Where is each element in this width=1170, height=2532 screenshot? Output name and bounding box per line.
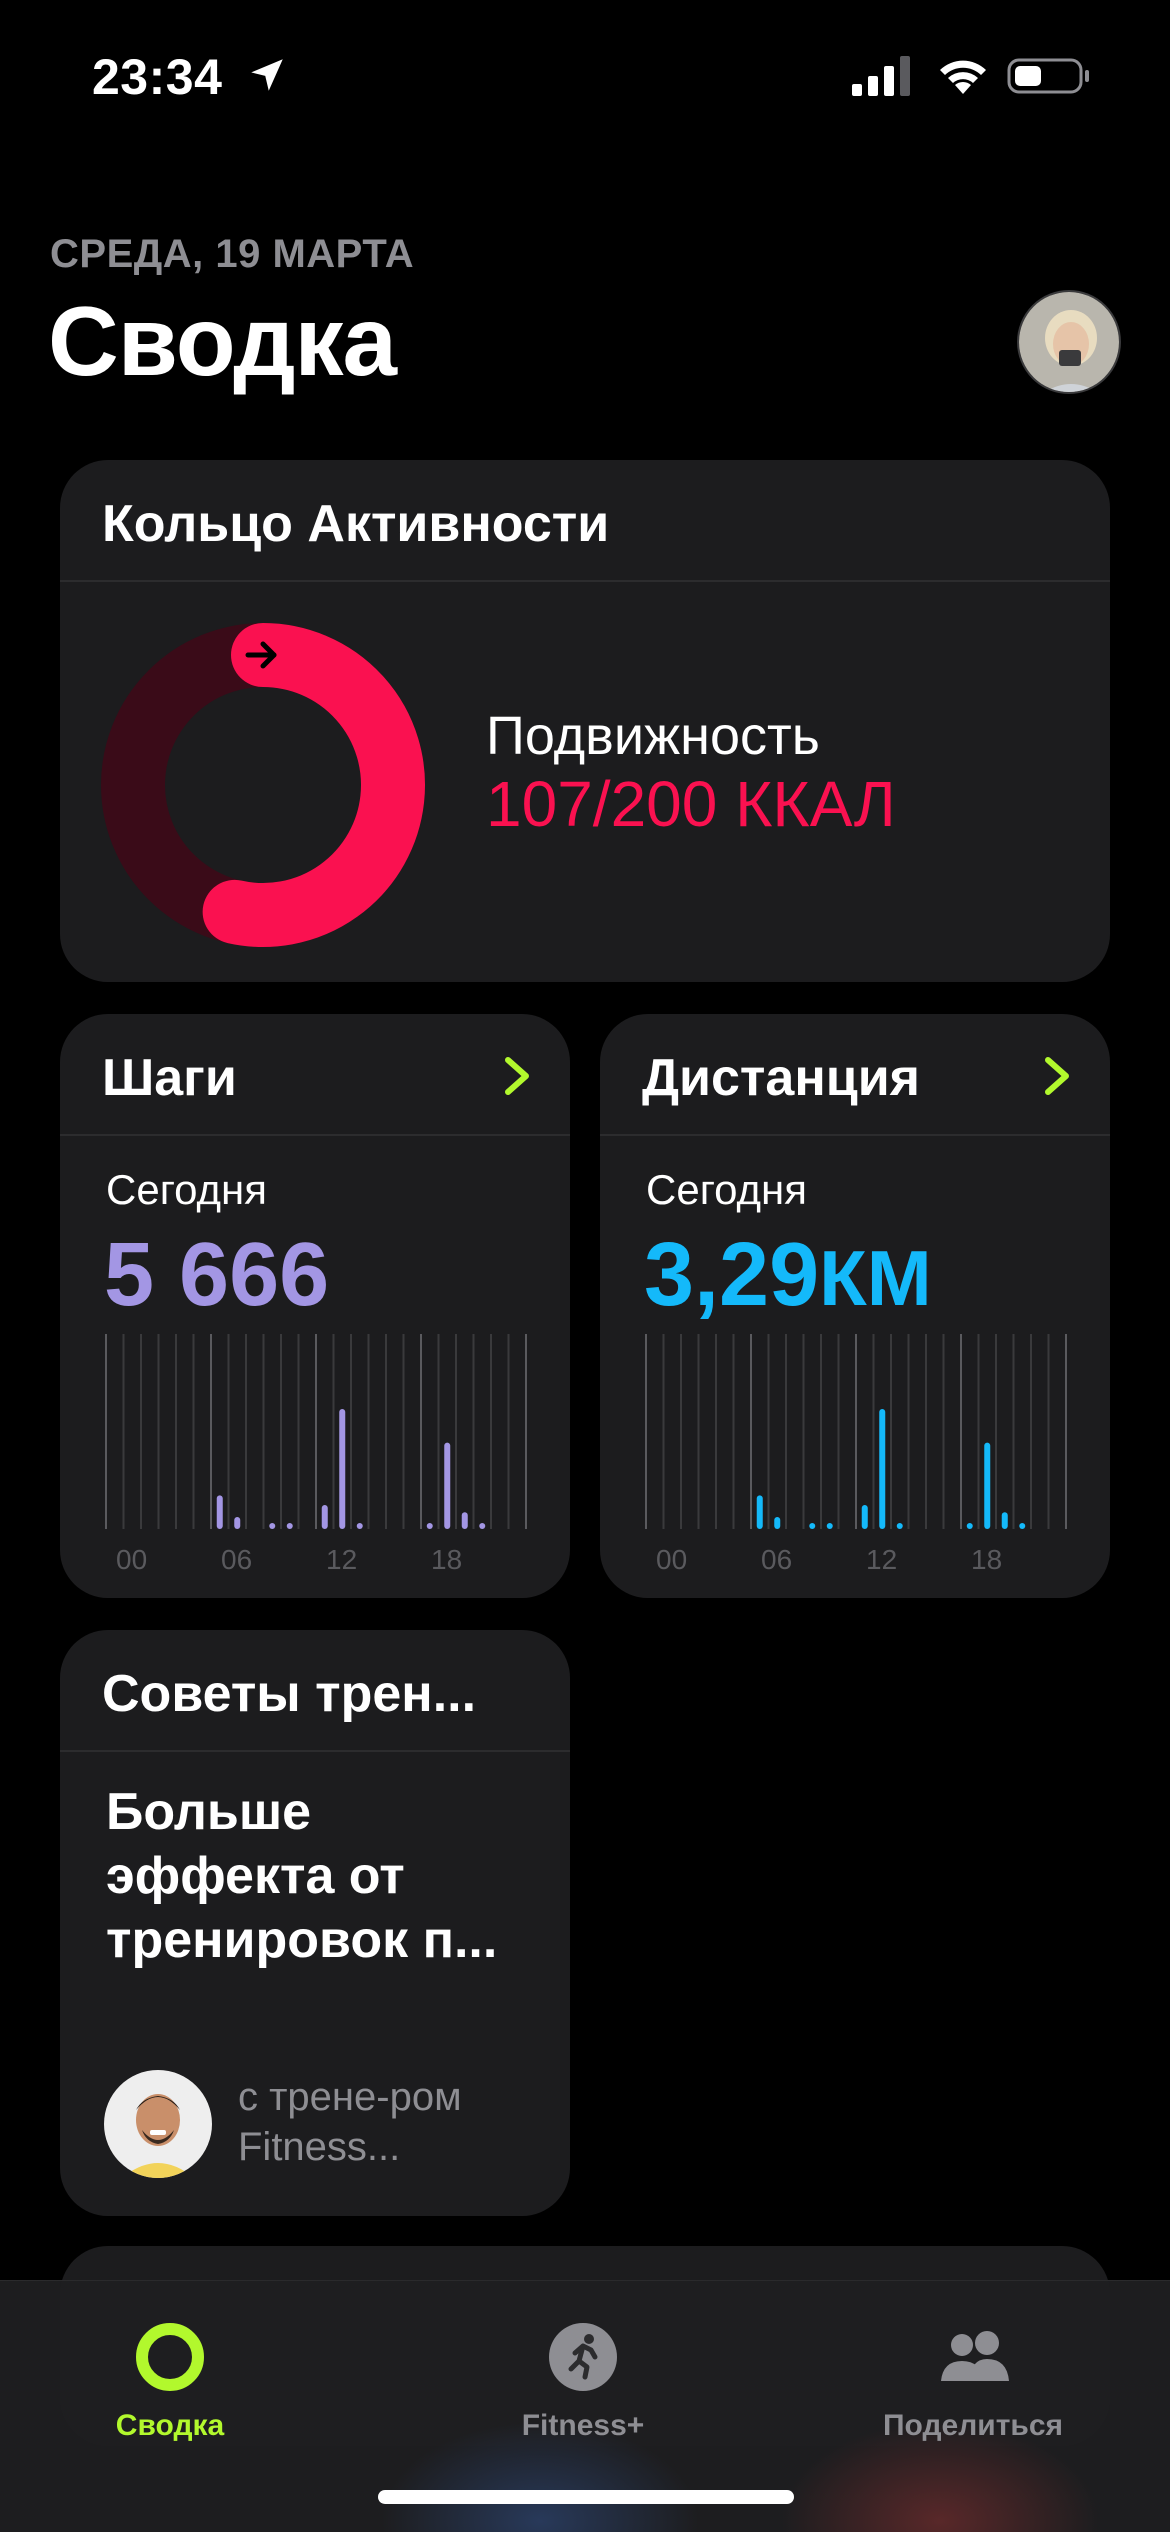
location-arrow-icon (251, 59, 283, 91)
move-label: Подвижность (486, 706, 820, 766)
trainer-caption: с трене-ром Fitness... (238, 2075, 462, 2169)
profile-avatar[interactable] (1017, 290, 1121, 394)
steps-chart-hour-label: 12 (326, 1544, 357, 1575)
distance-chart-bar (809, 1523, 816, 1529)
tips-card-title: Советы трен... (102, 1665, 477, 1723)
steps-chart-hour-label: 06 (221, 1544, 252, 1575)
distance-hourly-chart: 00 06 12 18 (645, 1334, 1067, 1575)
distance-card-title: Дистанция (642, 1049, 921, 1107)
tab-sharing[interactable]: Поделиться (823, 2301, 1123, 2461)
people-icon (941, 2331, 1009, 2381)
steps-chart-hour-label: 18 (431, 1544, 462, 1575)
tips-card-header: Советы трен... (60, 1630, 570, 1752)
tab-summary-label: Сводка (115, 2409, 225, 2442)
date-label: СРЕДА, 19 МАРТА (50, 232, 415, 276)
trainer-photo (104, 2070, 212, 2178)
steps-chart-bar (321, 1505, 328, 1529)
steps-chart-hour-label: 00 (116, 1544, 147, 1575)
running-figure-icon (549, 2323, 617, 2391)
distance-value: 3,29КМ (644, 1224, 932, 1327)
activity-card-header: Кольцо Активности (60, 460, 1110, 582)
cellular-signal-icon (852, 56, 910, 96)
distance-chart-bar (861, 1505, 868, 1529)
distance-chart-bar (1019, 1523, 1026, 1529)
distance-chart-bar (896, 1523, 903, 1529)
steps-chart-bar (234, 1517, 241, 1529)
distance-card[interactable]: Дистанция Сегодня 3,29КМ 00 06 12 18 (600, 1014, 1110, 1598)
distance-unit: КМ (819, 1234, 932, 1322)
trainer-avatar (104, 2070, 212, 2178)
steps-chart-bar (479, 1523, 486, 1529)
steps-chart-bar (339, 1409, 346, 1529)
distance-chart-hour-label: 12 (866, 1544, 897, 1575)
distance-chart-bar (756, 1495, 763, 1529)
distance-number: 3,29 (644, 1225, 820, 1325)
home-indicator (378, 2490, 794, 2504)
distance-chart-bar (774, 1517, 781, 1529)
activity-ring-icon (136, 2323, 204, 2391)
steps-chart-bar (356, 1523, 363, 1529)
steps-hourly-chart: 00 06 12 18 (105, 1334, 527, 1575)
page-title: Сводка (48, 286, 397, 396)
distance-chart-bar (966, 1523, 973, 1529)
steps-card-header: Шаги (60, 1014, 570, 1136)
steps-chart-bar (216, 1495, 223, 1529)
tab-sharing-label: Поделиться (882, 2409, 1064, 2442)
distance-card-header: Дистанция (600, 1014, 1110, 1136)
tip-headline: Больше эффекта от тренировок п... (106, 1783, 498, 1969)
steps-chart-bar (286, 1523, 293, 1529)
steps-chart-bar (461, 1512, 468, 1529)
status-bar: 23:34 (0, 0, 1170, 150)
tab-summary[interactable]: Сводка (20, 2301, 320, 2461)
profile-photo (1019, 292, 1119, 392)
move-value: 107/200 ККАЛ (486, 768, 896, 840)
steps-value: 5 666 (104, 1225, 330, 1325)
distance-today-label: Сегодня (646, 1166, 807, 1213)
move-ring (101, 623, 425, 947)
summary-screen: 23:34 СРЕДА, 19 МАРТА Сводка Кольцо Акти… (0, 0, 1170, 2532)
steps-card[interactable]: Шаги Сегодня 5 666 00 06 12 18 (60, 1014, 570, 1598)
steps-chart-bar (444, 1442, 451, 1529)
distance-chart-hour-label: 00 (656, 1544, 687, 1575)
chevron-right-icon (505, 1057, 529, 1095)
wifi-icon (940, 60, 986, 94)
activity-card-title: Кольцо Активности (102, 495, 610, 553)
trainer-tips-card[interactable]: Советы трен... Больше эффекта от трениро… (60, 1630, 570, 2216)
distance-chart-bar (984, 1442, 991, 1529)
tab-fitness-plus[interactable]: Fitness+ (433, 2301, 733, 2461)
steps-chart-bar (269, 1523, 276, 1529)
steps-today-label: Сегодня (106, 1166, 267, 1213)
distance-chart-bar (879, 1409, 886, 1529)
activity-ring-card[interactable]: Кольцо Активности Подвижность 107/200 КК… (60, 460, 1110, 982)
distance-chart-hour-label: 06 (761, 1544, 792, 1575)
distance-chart-hour-label: 18 (971, 1544, 1002, 1575)
distance-chart-bar (1001, 1512, 1008, 1529)
tab-fitness-label: Fitness+ (521, 2409, 645, 2442)
status-time: 23:34 (92, 49, 223, 105)
steps-card-title: Шаги (102, 1049, 237, 1107)
battery-icon (1007, 58, 1089, 94)
chevron-right-icon (1045, 1057, 1069, 1095)
steps-chart-bar (426, 1523, 433, 1529)
distance-chart-bar (826, 1523, 833, 1529)
